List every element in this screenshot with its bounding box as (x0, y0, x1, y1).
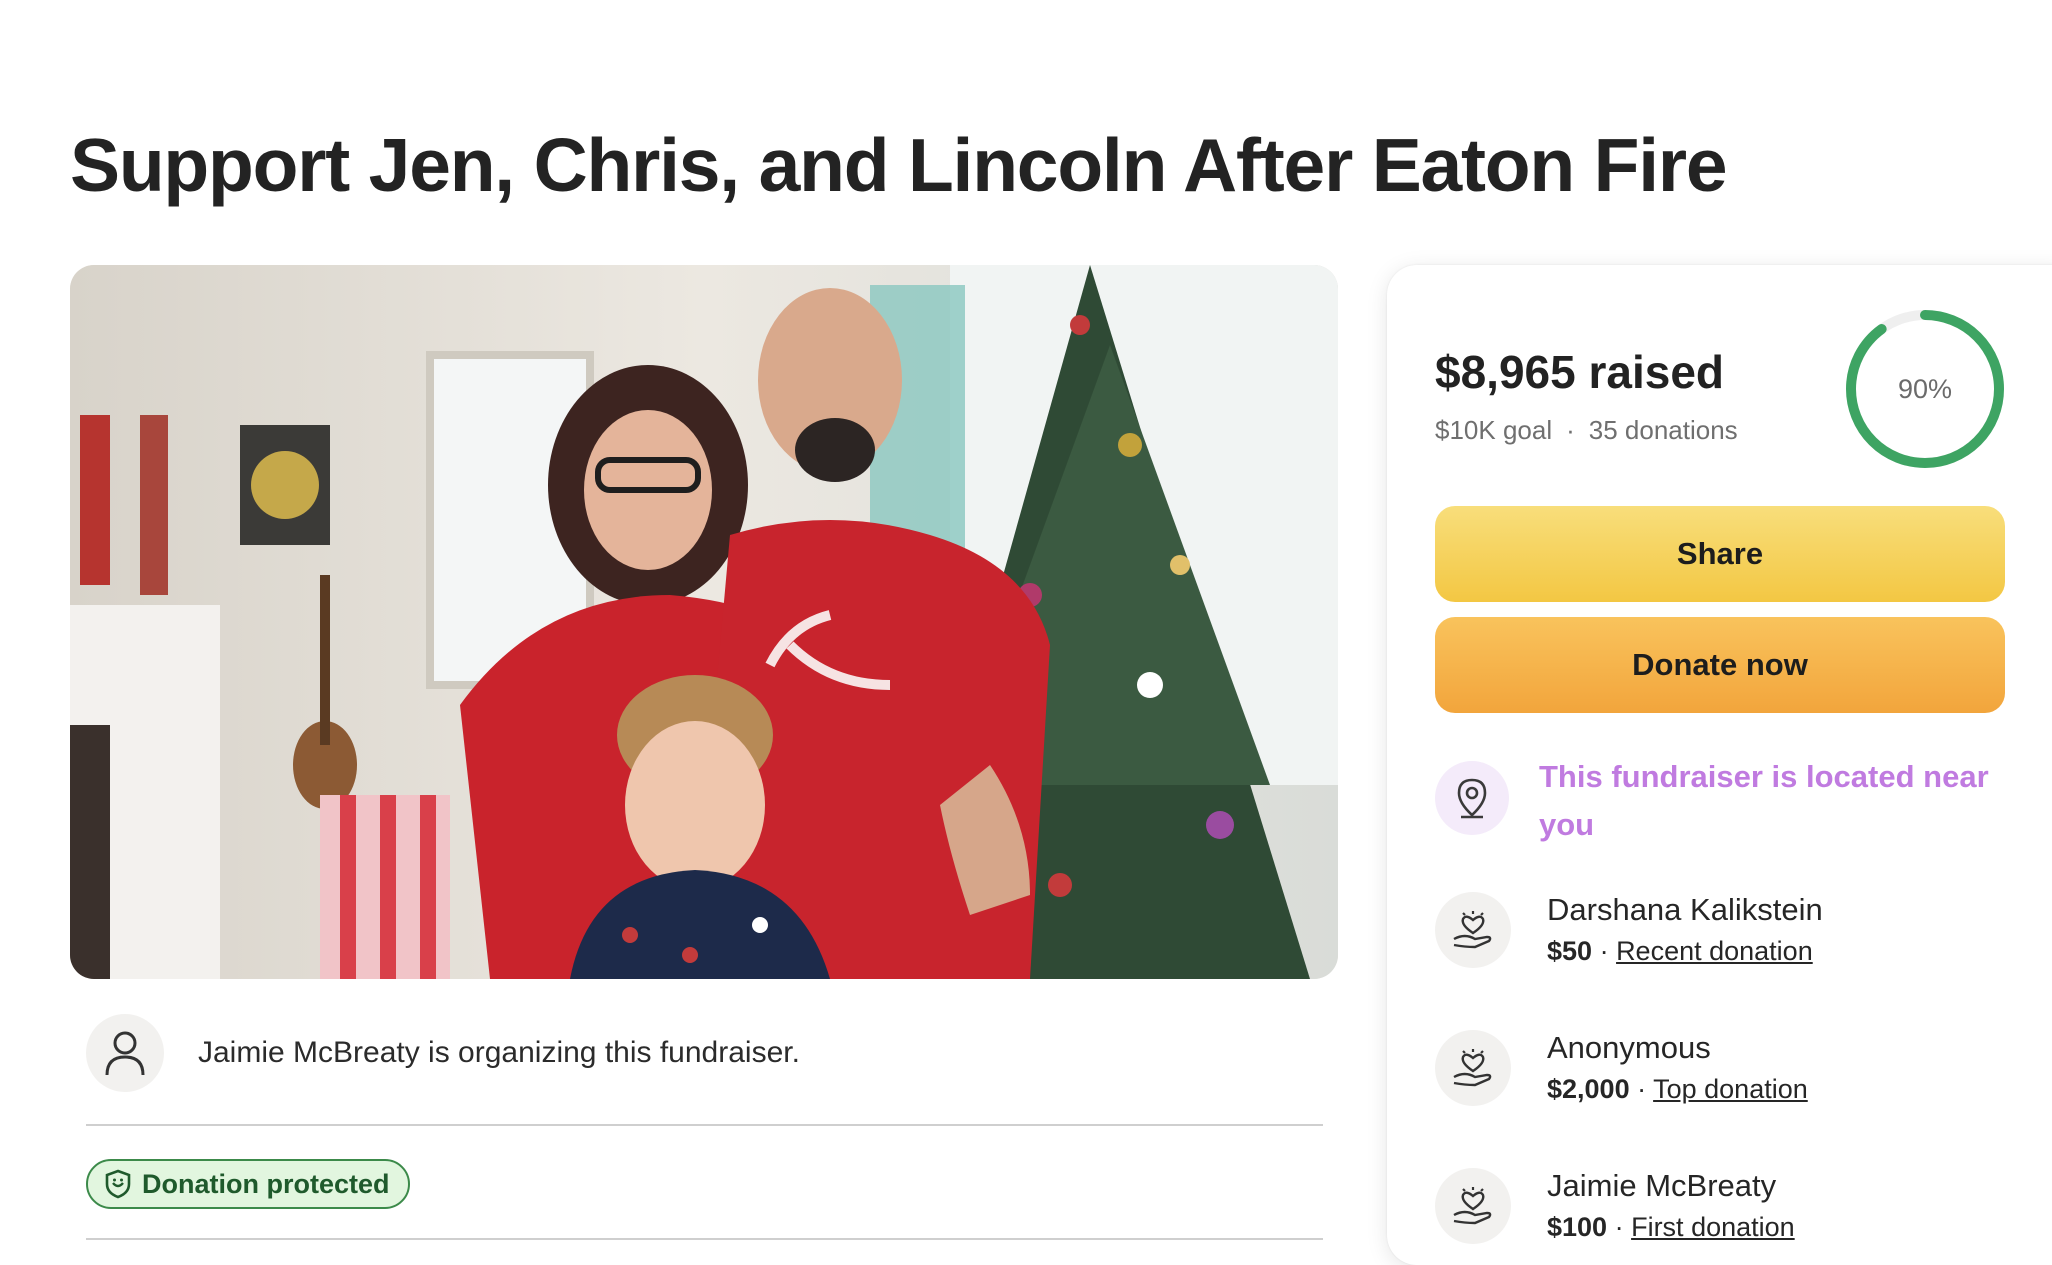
donor-amount: $2,000 (1547, 1074, 1630, 1104)
location-icon-circle (1435, 761, 1509, 835)
donation-tag-link[interactable]: Top donation (1653, 1074, 1808, 1104)
donate-now-button[interactable]: Donate now (1435, 617, 2005, 713)
donor-icon-circle (1435, 892, 1511, 968)
donation-protected-badge[interactable]: Donation protected (86, 1159, 410, 1209)
share-button[interactable]: Share (1435, 506, 2005, 602)
donation-count: 35 donations (1588, 415, 1738, 445)
organizer-avatar[interactable] (86, 1014, 164, 1092)
map-pin-icon (1457, 778, 1487, 819)
donation-tag-link[interactable]: Recent donation (1616, 936, 1813, 966)
heart-hand-icon (1453, 1187, 1492, 1225)
fundraiser-photo[interactable] (70, 265, 1338, 979)
badge-label: Donation protected (142, 1168, 390, 1199)
shield-icon (105, 1169, 131, 1199)
donation-tag-link[interactable]: First donation (1631, 1212, 1795, 1242)
user-icon (105, 1031, 145, 1076)
donor-item: Jaimie McBreaty $100 · First donation (1435, 1166, 1795, 1248)
donation-panel: $8,965 raised $10K goal · 35 donations 90%… (1387, 265, 2052, 1265)
donor-amount: $100 (1547, 1212, 1608, 1242)
family-photo-image (70, 265, 1338, 979)
divider (86, 1238, 1323, 1240)
page-title: Support Jen, Chris, and Lincoln After Ea… (70, 123, 1728, 207)
organizer-text: Jaimie McBreaty is organizing this fundr… (198, 1036, 800, 1069)
goal-amount: $10K goal (1435, 415, 1553, 445)
donor-icon-circle (1435, 1030, 1511, 1106)
donor-item: Darshana Kalikstein $50 · Recent donatio… (1435, 890, 1823, 972)
progress-percent: 90% (1897, 373, 1953, 404)
location-notice: This fundraiser is located near you (1435, 753, 1999, 849)
donor-name: Anonymous (1547, 1030, 1711, 1065)
heart-hand-icon (1453, 1049, 1492, 1087)
divider (86, 1124, 1323, 1126)
donor-name: Jaimie McBreaty (1547, 1168, 1777, 1203)
separator-dot: · (1566, 415, 1575, 445)
donor-name: Darshana Kalikstein (1547, 892, 1823, 927)
goal-summary: $10K goal · 35 donations (1435, 415, 1738, 446)
donor-meta: $50 · Recent donation (1547, 936, 1813, 966)
location-notice-text: This fundraiser is located near you (1539, 759, 1989, 842)
organizer-row: Jaimie McBreaty is organizing this fundr… (86, 1014, 800, 1092)
heart-hand-icon (1453, 911, 1492, 949)
donor-item: Anonymous $2,000 · Top donation (1435, 1028, 1808, 1110)
donor-meta: $2,000 · Top donation (1547, 1074, 1808, 1104)
donor-icon-circle (1435, 1168, 1511, 1244)
donor-amount: $50 (1547, 936, 1593, 966)
amount-raised: $8,965 raised (1435, 346, 1725, 398)
